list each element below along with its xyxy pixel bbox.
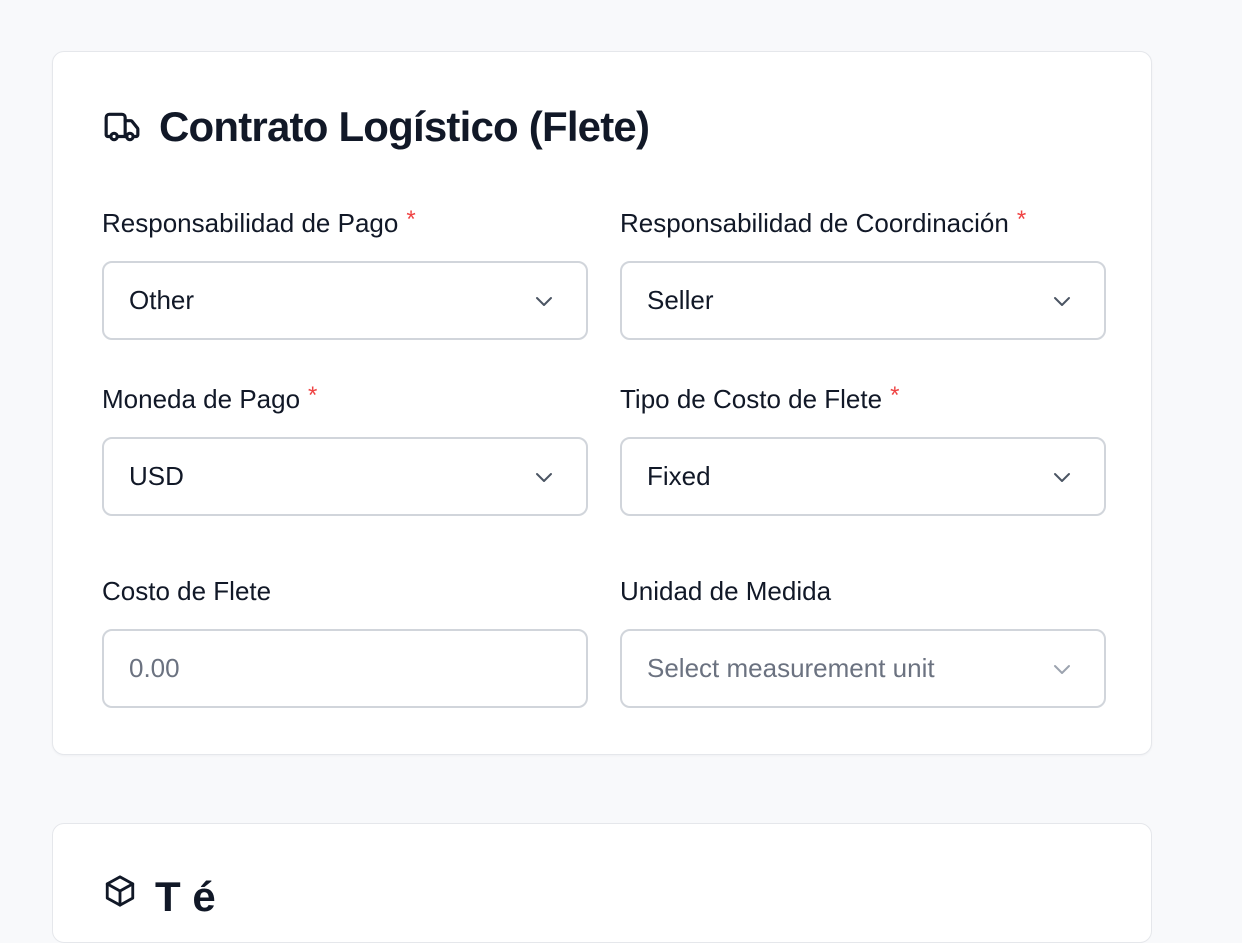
payment-currency-field: Moneda de Pago * USD: [102, 382, 588, 516]
coordination-responsibility-label: Responsabilidad de Coordinación *: [620, 206, 1106, 240]
chevron-down-icon: [532, 289, 556, 313]
freight-cost-type-label: Tipo de Costo de Flete *: [620, 382, 1106, 416]
chevron-down-icon: [532, 465, 556, 489]
freight-cost-label: Costo de Flete: [102, 574, 588, 608]
package-icon: [103, 874, 137, 908]
chevron-down-icon: [1050, 465, 1074, 489]
freight-cost-input[interactable]: 0.00: [102, 629, 588, 708]
card-header: Contrato Logístico (Flete): [103, 103, 650, 150]
coordination-responsibility-field: Responsabilidad de Coordinación * Seller: [620, 206, 1106, 340]
coordination-responsibility-label-text: Responsabilidad de Coordinación: [620, 207, 1009, 238]
required-asterisk: *: [890, 382, 900, 409]
unit-of-measure-label: Unidad de Medida: [620, 574, 1106, 608]
unit-of-measure-placeholder: Select measurement unit: [647, 653, 935, 683]
coordination-responsibility-select[interactable]: Seller: [620, 261, 1106, 340]
next-section-card: T é: [52, 823, 1152, 943]
required-asterisk: *: [406, 206, 416, 233]
freight-cost-placeholder: 0.00: [129, 653, 180, 683]
payment-currency-value: USD: [129, 461, 184, 491]
freight-cost-type-select[interactable]: Fixed: [620, 437, 1106, 516]
next-section-title: T é: [155, 873, 216, 920]
truck-icon: [103, 108, 141, 146]
freight-cost-type-value: Fixed: [647, 461, 711, 491]
section-title: Contrato Logístico (Flete): [159, 103, 650, 150]
unit-of-measure-select[interactable]: Select measurement unit: [620, 629, 1106, 708]
freight-cost-type-label-text: Tipo de Costo de Flete: [620, 383, 883, 414]
next-section-header: T é: [103, 874, 216, 920]
payment-responsibility-label: Responsabilidad de Pago *: [102, 206, 588, 240]
chevron-down-icon: [1050, 657, 1074, 681]
freight-cost-label-text: Costo de Flete: [102, 575, 272, 606]
payment-currency-label-text: Moneda de Pago: [102, 383, 301, 414]
unit-of-measure-label-text: Unidad de Medida: [620, 575, 832, 606]
payment-currency-label: Moneda de Pago *: [102, 382, 588, 416]
freight-cost-type-field: Tipo de Costo de Flete * Fixed: [620, 382, 1106, 516]
unit-of-measure-field: Unidad de Medida Select measurement unit: [620, 574, 1106, 708]
payment-responsibility-value: Other: [129, 285, 195, 315]
payment-responsibility-label-text: Responsabilidad de Pago: [102, 207, 399, 238]
freight-contract-card: Contrato Logístico (Flete) Responsabilid…: [52, 51, 1152, 755]
coordination-responsibility-value: Seller: [647, 285, 714, 315]
payment-currency-select[interactable]: USD: [102, 437, 588, 516]
required-asterisk: *: [308, 382, 318, 409]
required-asterisk: *: [1016, 206, 1027, 233]
chevron-down-icon: [1050, 289, 1074, 313]
payment-responsibility-field: Responsabilidad de Pago * Other: [102, 206, 588, 340]
freight-cost-field: Costo de Flete 0.00: [102, 574, 588, 708]
payment-responsibility-select[interactable]: Other: [102, 261, 588, 340]
